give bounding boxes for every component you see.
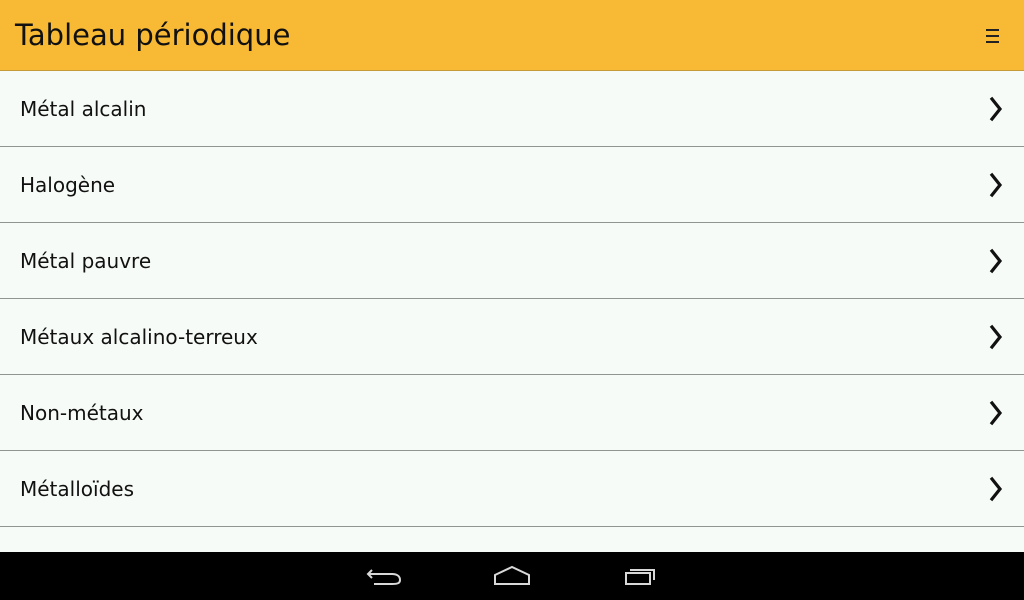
list-item-metal-pauvre[interactable]: Métal pauvre [0,223,1024,299]
chevron-right-icon [989,476,1003,502]
chevron-right-icon [989,96,1003,122]
list-item-label: Métal alcalin [20,97,147,121]
chevron-right-icon [989,324,1003,350]
menu-line [986,41,999,43]
category-list: Métal alcalin Halogène Métal pauvre Méta… [0,71,1024,552]
list-item-label: Non-métaux [20,401,144,425]
list-item-label: Métal pauvre [20,249,152,273]
menu-icon[interactable] [984,24,1004,48]
list-item-metal-alcalin[interactable]: Métal alcalin [0,71,1024,147]
app-header: Tableau périodique [0,0,1024,71]
list-item-metaux-alcalino-terreux[interactable]: Métaux alcalino-terreux [0,299,1024,375]
list-item-label: Halogène [20,173,116,197]
list-item-halogene[interactable]: Halogène [0,147,1024,223]
chevron-right-icon [989,248,1003,274]
home-icon[interactable] [492,564,532,588]
list-item-label: Métaux alcalino-terreux [20,325,258,349]
list-item-label: Métalloïdes [20,477,134,501]
list-item-metalloides[interactable]: Métalloïdes [0,451,1024,527]
system-navigation-bar [0,552,1024,600]
chevron-right-icon [989,400,1003,426]
menu-line [986,29,999,31]
back-icon[interactable] [364,564,404,588]
page-title: Tableau périodique [15,18,291,52]
app-window: Tableau périodique Métal alcalin Halogèn… [0,0,1024,600]
list-item-non-metaux[interactable]: Non-métaux [0,375,1024,451]
menu-line [986,35,999,37]
recent-apps-icon[interactable] [620,564,660,588]
list-item-partial[interactable] [0,527,1024,552]
chevron-right-icon [989,172,1003,198]
